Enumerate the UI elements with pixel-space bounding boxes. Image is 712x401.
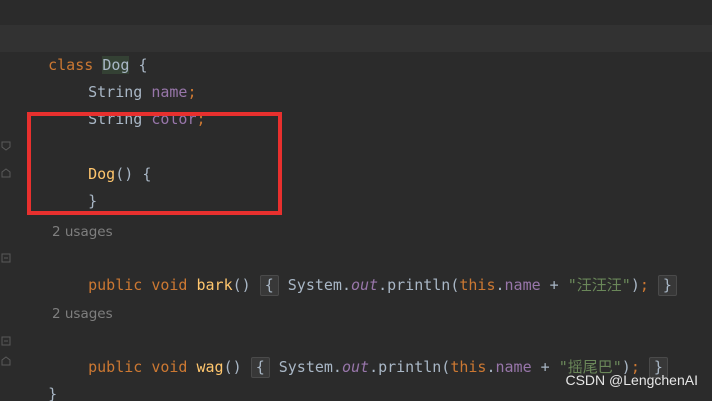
println-call: .println( [369, 358, 451, 376]
keyword-this: this [450, 358, 487, 376]
plus-operator: + [540, 276, 568, 294]
keyword-void: void [151, 276, 188, 294]
field-name-ref: name [504, 276, 541, 294]
usages-hint-wag[interactable]: 2 usages [52, 304, 113, 324]
open-brace: { [255, 358, 265, 376]
open-brace: { [264, 276, 274, 294]
fold-start-icon[interactable] [1, 141, 11, 151]
code-line-wag-method[interactable]: public void wag() { System.out.println(t… [52, 327, 668, 378]
fold-plus-icon[interactable] [1, 336, 11, 346]
println-call: .println( [378, 276, 460, 294]
method-name-bark: bark [196, 276, 233, 294]
static-field-out: out [351, 276, 379, 294]
dot: . [486, 358, 496, 376]
code-line-field-color[interactable]: String color; [52, 79, 205, 128]
semicolon: ; [639, 276, 649, 294]
fold-end-icon[interactable] [1, 168, 11, 178]
system-class: System. [278, 358, 342, 376]
method-name-wag: wag [196, 358, 224, 376]
code-editor[interactable]: class Dog { String name; String color; D… [0, 0, 712, 401]
code-line-class-decl[interactable]: class Dog { [12, 25, 147, 74]
string-literal: "汪汪汪" [567, 276, 631, 294]
field-name-ref: name [495, 358, 532, 376]
constructor-highlight-box [27, 112, 282, 215]
fold-end-icon[interactable] [1, 356, 11, 366]
close-brace: } [48, 385, 58, 401]
close-brace: } [662, 276, 672, 294]
parens: () [223, 358, 242, 376]
folded-body-open[interactable]: { [250, 357, 270, 378]
editor-top-strip [0, 0, 712, 23]
usages-hint-bark[interactable]: 2 usages [52, 222, 113, 242]
plus-operator: + [531, 358, 559, 376]
keyword-public: public [88, 358, 143, 376]
folded-body-close[interactable]: } [657, 275, 677, 296]
keyword-this: this [459, 276, 496, 294]
code-line-bark-method[interactable]: public void bark() { System.out.println(… [52, 245, 677, 296]
code-line-class-close[interactable]: } [12, 354, 57, 401]
keyword-public: public [88, 276, 143, 294]
system-class: System. [287, 276, 351, 294]
fold-plus-icon[interactable] [1, 253, 11, 263]
folded-body-open[interactable]: { [259, 275, 279, 296]
watermark: CSDN @LengchenAI [565, 372, 698, 388]
close-paren: ) [630, 276, 640, 294]
dot: . [495, 276, 505, 294]
code-line-field-name[interactable]: String name; [52, 52, 196, 101]
parens: () [232, 276, 251, 294]
keyword-void: void [151, 358, 188, 376]
static-field-out: out [341, 358, 370, 376]
